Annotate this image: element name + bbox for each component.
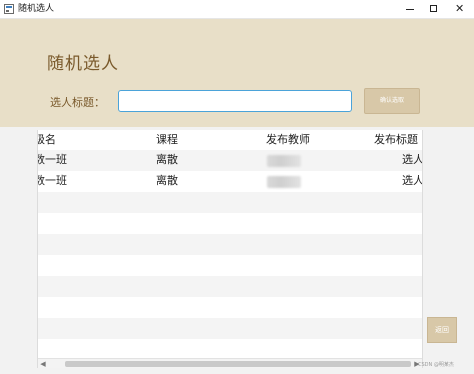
maximize-icon [430, 5, 437, 12]
watermark: CSDN @明某杰 [418, 362, 454, 368]
cell-course: 离散 [156, 174, 178, 187]
table-row[interactable]: 数一班 离散 选人 [38, 171, 422, 192]
page-title: 随机选人 [47, 54, 119, 74]
empty-row [38, 276, 422, 297]
cell-title: 选人 [402, 153, 423, 166]
empty-row [38, 234, 422, 255]
cell-class: 数一班 [37, 153, 67, 166]
column-header-title[interactable]: 发布标题 [374, 130, 418, 150]
scrollbar-thumb[interactable] [65, 361, 411, 367]
confirm-select-button[interactable]: 确认选取 [364, 88, 420, 114]
title-bar: 随机选人 ✕ [0, 0, 474, 19]
column-header-course[interactable]: 课程 [156, 130, 178, 150]
cell-course: 离散 [156, 153, 178, 166]
cell-title: 选人 [402, 174, 423, 187]
title-input[interactable] [118, 90, 352, 112]
empty-row [38, 192, 422, 213]
empty-row [38, 255, 422, 276]
empty-row [38, 318, 422, 339]
cell-class: 数一班 [37, 174, 67, 187]
scroll-left-icon[interactable]: ◀ [38, 359, 48, 368]
empty-row [38, 339, 422, 360]
table-row[interactable]: 数一班 离散 选人 [38, 150, 422, 171]
column-header-teacher[interactable]: 发布教师 [266, 130, 310, 150]
maximize-button[interactable] [420, 0, 448, 18]
column-header-class[interactable]: 级名 [38, 130, 56, 150]
table-header: 级名 课程 发布教师 发布标题 [38, 130, 422, 150]
empty-row [38, 297, 422, 318]
horizontal-scrollbar[interactable]: ◀ ▶ [38, 358, 422, 368]
header-panel: 随机选人 选人标题： 确认选取 [0, 19, 474, 127]
close-button[interactable]: ✕ [446, 0, 474, 18]
minimize-icon [406, 9, 414, 10]
selection-table: 级名 课程 发布教师 发布标题 数一班 离散 选人 数一班 离散 选人 ◀ ▶ [37, 130, 423, 368]
app-icon [4, 4, 14, 14]
cell-teacher-redacted [267, 176, 301, 188]
cell-teacher-redacted [267, 155, 301, 167]
close-icon: ✕ [455, 2, 465, 15]
title-field-label: 选人标题： [50, 96, 105, 109]
window-title: 随机选人 [18, 4, 55, 14]
empty-row [38, 213, 422, 234]
back-button[interactable]: 返回 [427, 317, 457, 343]
